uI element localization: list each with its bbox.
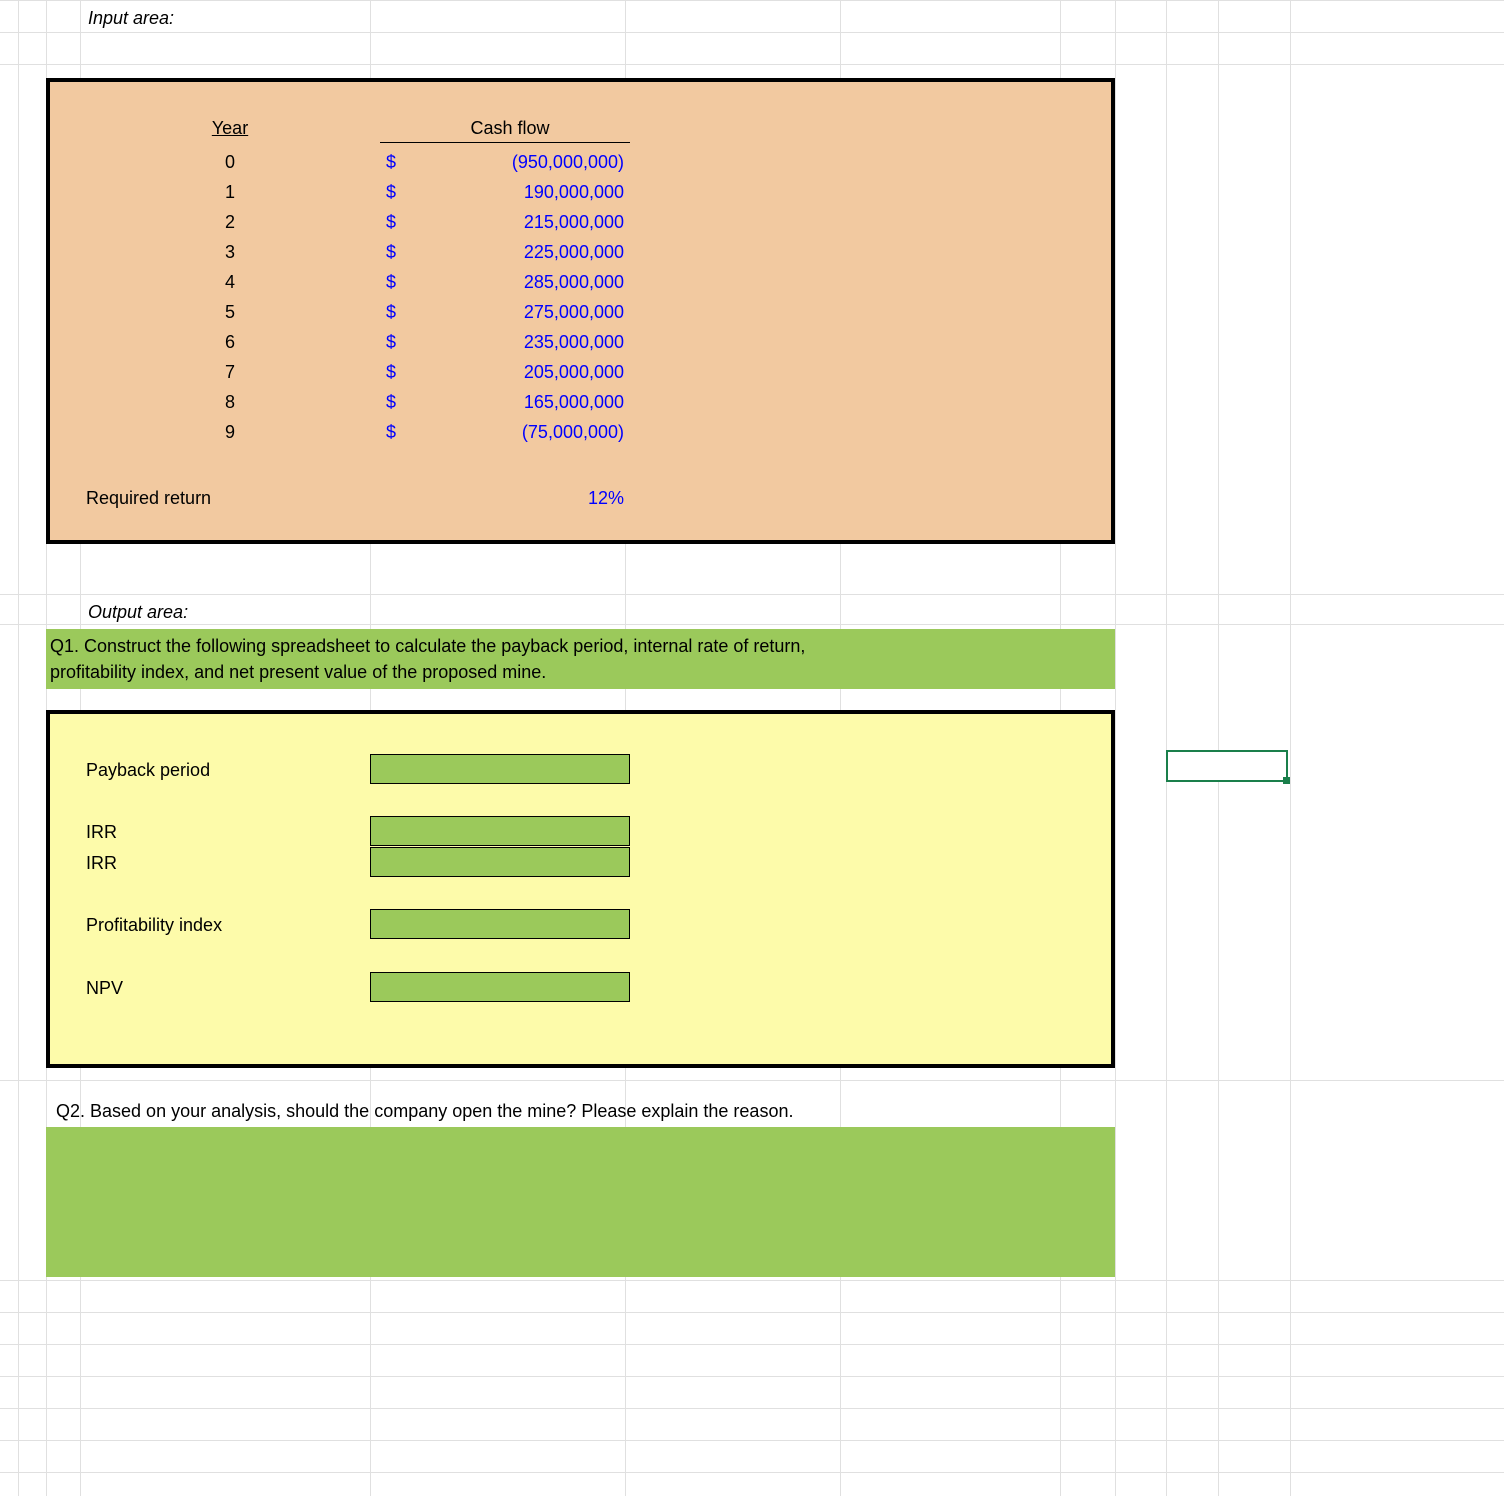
year-cell[interactable]: 3 <box>150 236 310 268</box>
irr1-value-cell[interactable] <box>370 816 630 846</box>
year-cell[interactable]: 5 <box>150 296 310 328</box>
cashflow-value[interactable]: 275,000,000 <box>410 296 630 328</box>
cashflow-value[interactable]: 285,000,000 <box>410 266 630 298</box>
cashflow-value[interactable]: 235,000,000 <box>410 326 630 358</box>
pi-value-cell[interactable] <box>370 909 630 939</box>
year-cell[interactable]: 9 <box>150 416 310 448</box>
currency-symbol: $ <box>380 356 410 388</box>
pi-label: Profitability index <box>80 909 228 941</box>
q2-answer-area[interactable] <box>46 1127 1115 1277</box>
payback-value-cell[interactable] <box>370 754 630 784</box>
input-area-label: Input area: <box>82 2 180 34</box>
currency-symbol: $ <box>380 266 410 298</box>
year-cell[interactable]: 7 <box>150 356 310 388</box>
q1-line2: profitability index, and net present val… <box>50 659 1111 685</box>
irr2-value-cell[interactable] <box>370 847 630 877</box>
required-return-label: Required return <box>80 482 217 514</box>
irr1-label: IRR <box>80 816 123 848</box>
year-cell[interactable]: 1 <box>150 176 310 208</box>
currency-symbol: $ <box>380 326 410 358</box>
currency-symbol: $ <box>380 176 410 208</box>
year-header: Year <box>150 112 310 144</box>
cashflow-value[interactable]: 190,000,000 <box>410 176 630 208</box>
active-cell[interactable] <box>1166 750 1288 782</box>
year-cell[interactable]: 6 <box>150 326 310 358</box>
npv-value-cell[interactable] <box>370 972 630 1002</box>
cashflow-value[interactable]: (950,000,000) <box>410 146 630 178</box>
year-cell[interactable]: 0 <box>150 146 310 178</box>
currency-symbol: $ <box>380 416 410 448</box>
q1-prompt: Q1. Construct the following spreadsheet … <box>46 629 1115 689</box>
irr2-label: IRR <box>80 847 123 879</box>
q1-line1: Q1. Construct the following spreadsheet … <box>50 633 1111 659</box>
year-cell[interactable]: 2 <box>150 206 310 238</box>
cashflow-header: Cash flow <box>410 112 610 144</box>
cashflow-value[interactable]: 165,000,000 <box>410 386 630 418</box>
payback-label: Payback period <box>80 754 216 786</box>
year-cell[interactable]: 4 <box>150 266 310 298</box>
input-box: Year Cash flow 0$(950,000,000)1$190,000,… <box>46 78 1115 544</box>
currency-symbol: $ <box>380 206 410 238</box>
cashflow-value[interactable]: 205,000,000 <box>410 356 630 388</box>
currency-symbol: $ <box>380 296 410 328</box>
spreadsheet[interactable]: Input area: Year Cash flow 0$(950,000,00… <box>0 0 1504 1496</box>
currency-symbol: $ <box>380 386 410 418</box>
cashflow-value[interactable]: 215,000,000 <box>410 206 630 238</box>
year-cell[interactable]: 8 <box>150 386 310 418</box>
required-return-value[interactable]: 12% <box>380 482 630 514</box>
q2-prompt: Q2. Based on your analysis, should the c… <box>50 1095 1110 1127</box>
output-box: Payback period IRR IRR Profitability ind… <box>46 710 1115 1068</box>
currency-symbol: $ <box>380 146 410 178</box>
npv-label: NPV <box>80 972 129 1004</box>
output-area-label: Output area: <box>82 596 194 628</box>
cashflow-value[interactable]: (75,000,000) <box>410 416 630 448</box>
fill-handle[interactable] <box>1283 777 1290 784</box>
cashflow-value[interactable]: 225,000,000 <box>410 236 630 268</box>
currency-symbol: $ <box>380 236 410 268</box>
